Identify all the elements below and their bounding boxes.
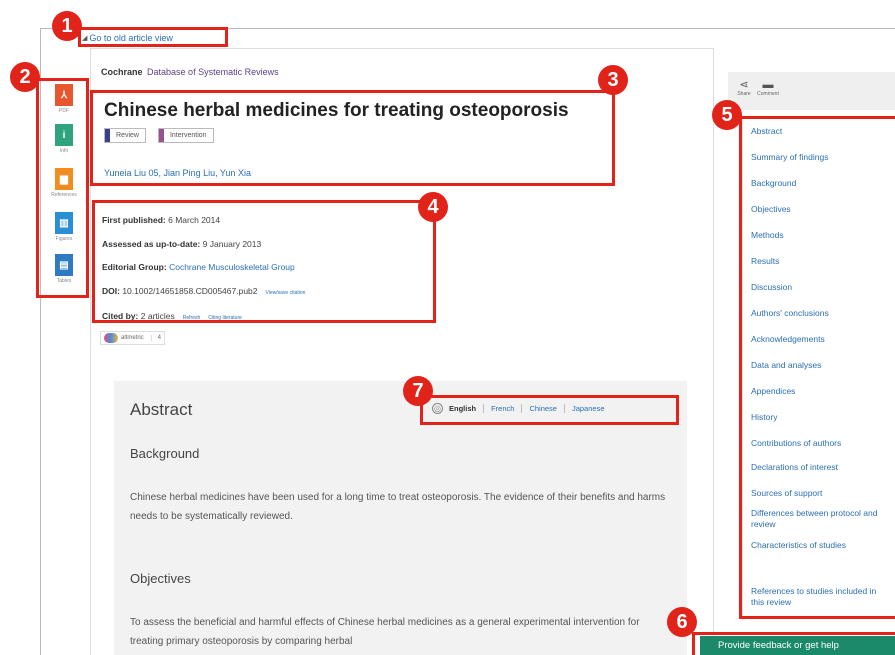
- altmetric-count: 4: [150, 335, 161, 341]
- altmetric-icon: [104, 333, 118, 343]
- background-heading: Background: [130, 446, 200, 461]
- objectives-heading: Objectives: [130, 571, 191, 586]
- comment-icon: ▬: [762, 79, 774, 91]
- brand[interactable]: Cochrane Database of Systematic Reviews: [101, 67, 279, 77]
- share-icon: ⋖: [739, 79, 749, 91]
- objectives-text: To assess the beneficial and harmful eff…: [130, 617, 640, 647]
- brand-db: Database of Systematic Reviews: [147, 67, 279, 77]
- highlight-box-5: [739, 116, 895, 619]
- highlight-box-7: [420, 395, 679, 425]
- highlight-box-4: [92, 200, 436, 323]
- callout-badge-6: 6: [667, 607, 697, 637]
- callout-badge-3: 3: [598, 65, 628, 95]
- abstract-heading: Abstract: [130, 400, 193, 419]
- share-button[interactable]: ⋖ Share: [732, 79, 756, 97]
- comment-button[interactable]: ▬ Comment: [756, 79, 780, 97]
- brand-name: Cochrane: [101, 67, 143, 77]
- highlight-box-1: [78, 27, 228, 47]
- callout-badge-1: 1: [52, 11, 82, 41]
- callout-badge-5: 5: [712, 100, 742, 130]
- highlight-box-3: [90, 90, 615, 186]
- highlight-box-2: [36, 78, 89, 298]
- background-text: Chinese herbal medicines have been used …: [130, 492, 666, 522]
- share-toolbar: ⋖ Share ▬ Comment: [728, 72, 895, 110]
- callout-badge-2: 2: [10, 62, 40, 92]
- highlight-box-6: [692, 632, 895, 655]
- callout-badge-7: 7: [403, 376, 433, 406]
- altmetric-badge[interactable]: altmetric 4: [100, 331, 166, 345]
- callout-badge-4: 4: [418, 192, 448, 222]
